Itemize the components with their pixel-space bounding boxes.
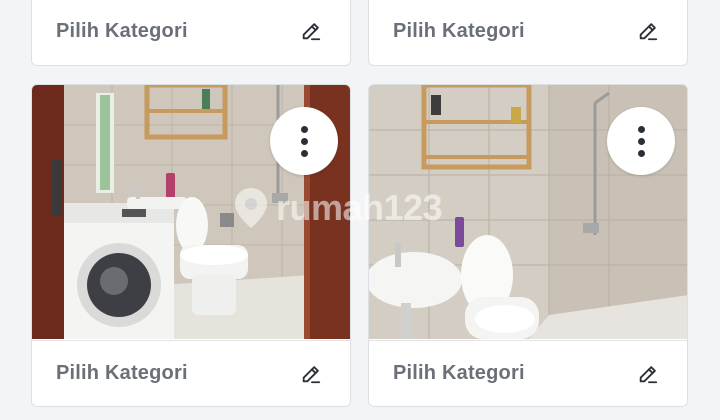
bathroom-photo[interactable]: [369, 85, 687, 339]
category-label: Pilih Kategori: [393, 19, 525, 42]
photo-card-bathroom-2: Pilih Kategori: [368, 84, 688, 407]
more-vertical-icon[interactable]: [270, 107, 338, 175]
category-label: Pilih Kategori: [393, 362, 525, 384]
photo-category-grid: Pilih Kategori Pilih Kategori Pilih Kate…: [0, 0, 720, 420]
category-label: Pilih Kategori: [56, 362, 188, 384]
menu-dot: [300, 149, 308, 157]
photo-card-top-left: Pilih Kategori: [31, 0, 351, 66]
pencil-icon[interactable]: [298, 18, 324, 44]
pencil-icon[interactable]: [635, 18, 661, 44]
pencil-icon[interactable]: [298, 361, 324, 387]
category-label: Pilih Kategori: [56, 19, 188, 42]
menu-dot: [637, 125, 645, 133]
photo-card-bathroom-1: Pilih Kategori: [31, 84, 351, 407]
card-footer[interactable]: Pilih Kategori: [32, 340, 350, 406]
menu-dot: [300, 137, 308, 145]
bathroom-photo[interactable]: [32, 85, 350, 339]
card-footer[interactable]: Pilih Kategori: [32, 0, 350, 65]
card-footer[interactable]: Pilih Kategori: [369, 340, 687, 406]
photo-card-top-right: Pilih Kategori: [368, 0, 688, 66]
more-vertical-icon[interactable]: [607, 107, 675, 175]
menu-dot: [637, 137, 645, 145]
pencil-icon[interactable]: [635, 361, 661, 387]
card-footer[interactable]: Pilih Kategori: [369, 0, 687, 65]
menu-dot: [637, 149, 645, 157]
menu-dot: [300, 125, 308, 133]
